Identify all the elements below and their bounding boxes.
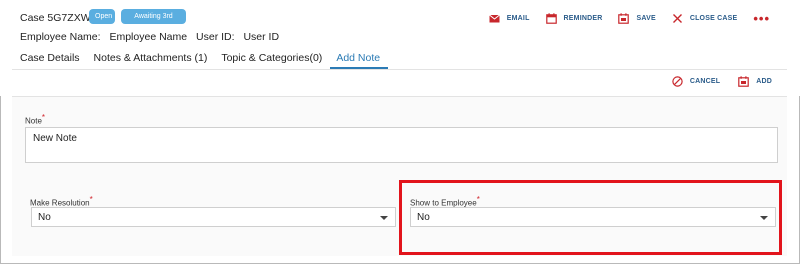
make-resolution-value: No [38, 212, 51, 223]
cancel-label: CANCEL [689, 78, 721, 85]
required-marker: * [41, 113, 46, 122]
tab-bar: Case Details Notes & Attachments (1) Top… [20, 47, 394, 69]
cancel-button[interactable]: CANCEL [672, 76, 720, 87]
close-case-button[interactable]: CLOSE CASE [672, 13, 738, 24]
close-case-label: CLOSE CASE [689, 15, 738, 22]
note-toolbar: CANCEL ADD [654, 76, 772, 87]
employee-info: Employee Name: Employee Name User ID: Us… [20, 31, 285, 43]
save-label: SAVE [636, 15, 656, 22]
chevron-down-icon [380, 216, 388, 220]
reminder-button[interactable]: REMINDER [545, 13, 603, 24]
calendar-icon [545, 13, 557, 24]
reminder-label: REMINDER [563, 15, 603, 22]
employee-name-label: Employee Name: [20, 31, 101, 43]
tab-topic-categories[interactable]: Topic & Categories(0) [221, 47, 322, 69]
cancel-icon [672, 76, 683, 87]
status-badge-awaiting: Awaiting 3rd Party [121, 9, 186, 35]
make-resolution-label: Make Resolution* [30, 195, 93, 208]
make-resolution-select[interactable]: No [31, 207, 396, 227]
email-label: EMAIL [506, 15, 530, 22]
add-button[interactable]: ADD [738, 76, 772, 87]
tab-divider [12, 69, 787, 70]
note-textarea[interactable]: New Note [25, 127, 778, 163]
highlight-box [399, 180, 782, 255]
save-button[interactable]: SAVE [618, 13, 656, 24]
save-calendar-icon [618, 13, 630, 24]
add-calendar-icon [738, 76, 750, 87]
user-id-value: User ID [243, 31, 280, 43]
employee-name-value: Employee Name [109, 31, 188, 43]
tab-case-details[interactable]: Case Details [20, 47, 80, 69]
status-badge-open: Open [89, 9, 115, 24]
case-header: Case 5G7ZXWNR Open Awaiting 3rd Party Em… [0, 0, 800, 96]
required-marker: * [89, 195, 93, 204]
close-icon [672, 13, 683, 24]
tab-notes-attachments[interactable]: Notes & Attachments (1) [94, 47, 208, 69]
email-button[interactable]: EMAIL [488, 13, 530, 24]
note-label: Note* [25, 113, 45, 126]
more-options-icon[interactable]: ••• [753, 12, 770, 25]
note-label-text: Note [25, 116, 42, 126]
case-toolbar: EMAIL REMINDER SAVE CLOSE CASE ••• [473, 12, 770, 25]
envelope-icon [488, 13, 500, 24]
user-id-label: User ID: [196, 31, 235, 43]
add-label: ADD [756, 78, 772, 85]
tab-add-note[interactable]: Add Note [330, 47, 388, 69]
